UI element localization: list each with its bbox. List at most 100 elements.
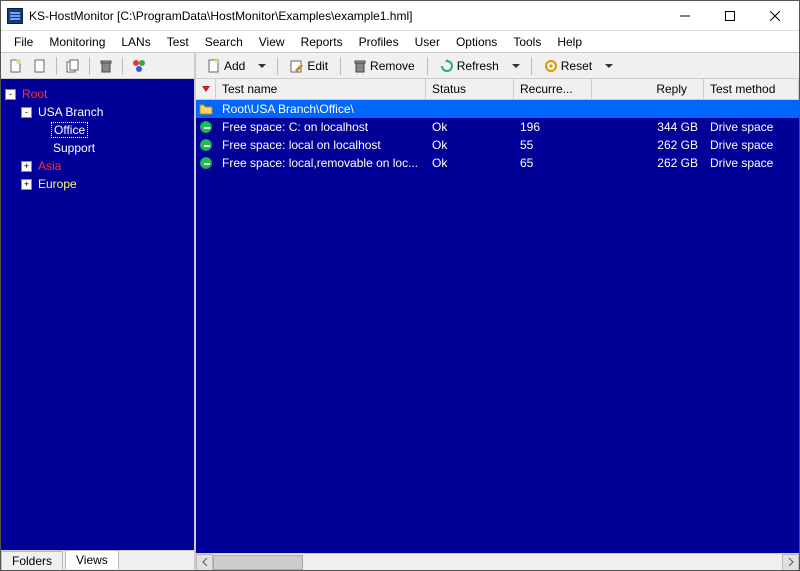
cell-reply xyxy=(592,108,704,110)
refresh-label: Refresh xyxy=(457,59,499,73)
left-pane: - Root - USA Branch Office Support + Asi… xyxy=(1,53,196,570)
table-row[interactable]: Free space: local,removable on loc...Ok6… xyxy=(196,154,799,172)
remove-label: Remove xyxy=(370,59,415,73)
tree-label-root[interactable]: Root xyxy=(20,87,49,101)
left-toolbar xyxy=(1,53,194,79)
tab-views[interactable]: Views xyxy=(65,550,119,569)
menu-monitoring[interactable]: Monitoring xyxy=(42,33,112,51)
status-ok-icon xyxy=(196,156,216,170)
toolbar-separator xyxy=(531,57,532,75)
folder-tree[interactable]: - Root - USA Branch Office Support + Asi… xyxy=(1,79,194,550)
edit-label: Edit xyxy=(307,59,328,73)
table-row[interactable]: Free space: local on localhostOk55262 GB… xyxy=(196,136,799,154)
menu-view[interactable]: View xyxy=(252,33,292,51)
menu-help[interactable]: Help xyxy=(550,33,589,51)
scroll-left-button[interactable] xyxy=(196,554,213,571)
expand-toggle[interactable]: + xyxy=(21,179,32,190)
table-row[interactable]: Root\USA Branch\Office\ xyxy=(196,100,799,118)
column-recurrences[interactable]: Recurre... xyxy=(514,79,592,99)
cell-method: Drive space xyxy=(704,137,799,153)
minimize-button[interactable] xyxy=(662,1,707,30)
tab-folders[interactable]: Folders xyxy=(1,551,63,570)
cell-status: Ok xyxy=(426,119,514,135)
tree-node-europe[interactable]: + Europe xyxy=(5,175,190,193)
tree-label[interactable]: Asia xyxy=(36,159,63,173)
close-button[interactable] xyxy=(752,1,797,30)
sort-indicator-column[interactable] xyxy=(196,79,216,99)
menu-test[interactable]: Test xyxy=(160,33,196,51)
tree-node-office[interactable]: Office xyxy=(5,121,190,139)
tree-node-usa-branch[interactable]: - USA Branch xyxy=(5,103,190,121)
page-icon[interactable] xyxy=(29,55,51,77)
menu-bar: File Monitoring LANs Test Search View Re… xyxy=(1,31,799,53)
tree-node-support[interactable]: Support xyxy=(5,139,190,157)
maximize-button[interactable] xyxy=(707,1,752,30)
toolbar-separator xyxy=(89,57,90,75)
menu-options[interactable]: Options xyxy=(449,33,504,51)
cell-status: Ok xyxy=(426,137,514,153)
column-test-method[interactable]: Test method xyxy=(704,79,799,99)
menu-tools[interactable]: Tools xyxy=(506,33,548,51)
new-file-icon[interactable] xyxy=(5,55,27,77)
chevron-down-icon[interactable] xyxy=(605,64,613,68)
tree-label-selected[interactable]: Office xyxy=(51,122,88,138)
table-row[interactable]: Free space: C: on localhostOk196344 GBDr… xyxy=(196,118,799,136)
refresh-button[interactable]: Refresh xyxy=(435,56,504,76)
left-bottom-tabs: Folders Views xyxy=(1,550,194,570)
chevron-down-icon[interactable] xyxy=(512,64,520,68)
cell-status xyxy=(426,108,514,110)
palette-icon[interactable] xyxy=(128,55,150,77)
cell-name: Free space: C: on localhost xyxy=(216,119,426,135)
cell-recurrences xyxy=(514,108,592,110)
remove-button[interactable]: Remove xyxy=(348,56,420,76)
refresh-icon xyxy=(440,59,454,73)
delete-icon[interactable] xyxy=(95,55,117,77)
cell-reply: 262 GB xyxy=(592,137,704,153)
trash-icon xyxy=(353,59,367,73)
cell-method: Drive space xyxy=(704,119,799,135)
tree-node-asia[interactable]: + Asia xyxy=(5,157,190,175)
table-body[interactable]: Root\USA Branch\Office\Free space: C: on… xyxy=(196,100,799,553)
reset-label: Reset xyxy=(561,59,592,73)
cell-reply: 344 GB xyxy=(592,119,704,135)
scrollbar-track[interactable] xyxy=(213,555,782,570)
tree-label[interactable]: Support xyxy=(51,141,97,155)
scroll-right-button[interactable] xyxy=(782,554,799,571)
menu-file[interactable]: File xyxy=(7,33,40,51)
tree-root[interactable]: - Root xyxy=(5,85,190,103)
cell-method: Drive space xyxy=(704,155,799,171)
cell-recurrences: 55 xyxy=(514,137,592,153)
toolbar-separator xyxy=(340,57,341,75)
tree-label[interactable]: Europe xyxy=(36,177,79,191)
chevron-down-icon[interactable] xyxy=(258,64,266,68)
toolbar-separator xyxy=(277,57,278,75)
column-test-name[interactable]: Test name xyxy=(216,79,426,99)
tree-label[interactable]: USA Branch xyxy=(36,105,105,119)
column-status[interactable]: Status xyxy=(426,79,514,99)
folder-open-icon xyxy=(196,102,216,116)
test-table: Test name Status Recurre... Reply Test m… xyxy=(196,79,799,570)
toolbar-separator xyxy=(56,57,57,75)
scrollbar-thumb[interactable] xyxy=(213,555,303,570)
reset-button[interactable]: Reset xyxy=(539,56,597,76)
toolbar-separator xyxy=(427,57,428,75)
column-reply[interactable]: Reply xyxy=(592,79,704,99)
reset-icon xyxy=(544,59,558,73)
copy-icon[interactable] xyxy=(62,55,84,77)
expand-toggle[interactable]: + xyxy=(21,161,32,172)
expand-toggle[interactable]: - xyxy=(5,89,16,100)
expand-toggle[interactable]: - xyxy=(21,107,32,118)
menu-search[interactable]: Search xyxy=(198,33,250,51)
cell-recurrences: 65 xyxy=(514,155,592,171)
add-button[interactable]: Add xyxy=(202,56,250,76)
cell-name: Free space: local on localhost xyxy=(216,137,426,153)
menu-profiles[interactable]: Profiles xyxy=(352,33,406,51)
menu-lans[interactable]: LANs xyxy=(114,33,157,51)
cell-recurrences: 196 xyxy=(514,119,592,135)
menu-reports[interactable]: Reports xyxy=(294,33,350,51)
status-ok-icon xyxy=(196,138,216,152)
menu-user[interactable]: User xyxy=(408,33,447,51)
horizontal-scrollbar[interactable] xyxy=(196,553,799,570)
edit-button[interactable]: Edit xyxy=(285,56,333,76)
new-test-icon xyxy=(207,59,221,73)
